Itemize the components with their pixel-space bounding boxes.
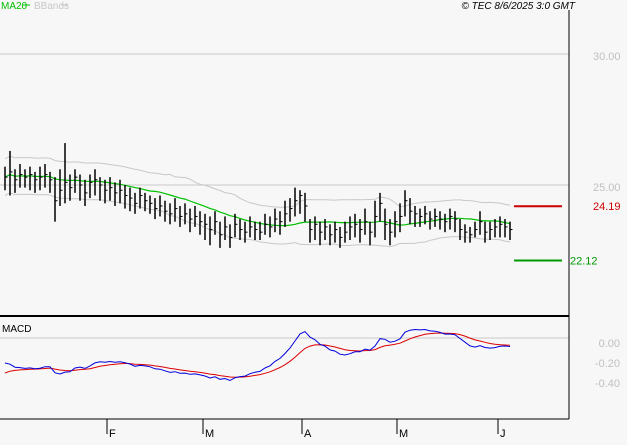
month-label: M <box>399 428 408 440</box>
month-label: M <box>205 428 214 440</box>
month-label: J <box>500 428 506 440</box>
month-label: A <box>304 428 312 440</box>
legend-ma20: MA20 <box>1 1 28 12</box>
macd-tick-label: -0.20 <box>595 358 620 370</box>
background <box>0 0 627 440</box>
month-label: F <box>109 428 116 440</box>
stock-chart: 24.1922.12 30.0025.00 0.00-0.20-0.40 FMA… <box>0 0 627 440</box>
copyright-timestamp: © TEC 8/6/2025 3:0 GMT <box>461 1 575 12</box>
macd-panel-title: MACD <box>2 324 31 335</box>
resistance-label: 24.19 <box>593 201 621 213</box>
macd-tick-label: 0.00 <box>599 338 620 350</box>
price-tick-label: 25.00 <box>593 182 621 194</box>
legend-bbands: BBands <box>34 1 69 12</box>
macd-axis: 0.00 -0.20 -0.40 <box>595 338 620 390</box>
macd-tick-label: -0.40 <box>595 378 620 390</box>
support-label: 22.12 <box>570 255 598 267</box>
price-tick-label: 30.00 <box>593 51 621 63</box>
